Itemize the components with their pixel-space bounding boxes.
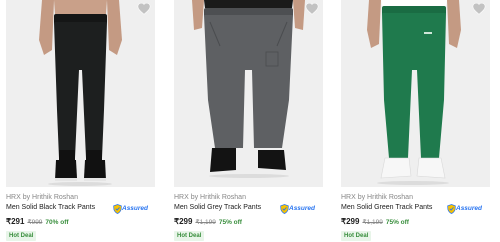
product-brand: HRX by Hrithik Roshan: [341, 194, 413, 201]
product-image[interactable]: [341, 0, 490, 187]
assured-shield-icon: [280, 204, 289, 214]
product-title[interactable]: Men Solid Black Track Pants: [6, 204, 95, 211]
hot-deal-badge: Hot Deal: [6, 231, 37, 241]
product-photo: [6, 0, 155, 187]
product-title[interactable]: Men Solid Green Track Pants: [341, 204, 432, 211]
heart-icon[interactable]: [472, 2, 486, 15]
price-row: ₹299 ₹1,199 75% off: [174, 217, 242, 226]
product-card[interactable]: HRX by Hrithik Roshan Men Solid Green Tr…: [341, 0, 490, 242]
product-title[interactable]: Men Solid Grey Track Pants: [174, 204, 261, 211]
discount-percent: 75% off: [385, 219, 409, 226]
product-image[interactable]: [174, 0, 323, 187]
original-price: ₹1,199: [362, 219, 383, 226]
price-row: ₹299 ₹1,199 75% off: [341, 217, 409, 226]
selling-price: ₹299: [341, 217, 360, 226]
discount-percent: 75% off: [218, 219, 242, 226]
assured-label: Assured: [122, 205, 149, 212]
assured-shield-icon: [447, 204, 456, 214]
product-brand: HRX by Hrithik Roshan: [6, 194, 78, 201]
assured-badge: Assured: [280, 204, 316, 214]
assured-badge: Assured: [447, 204, 483, 214]
assured-label: Assured: [289, 205, 316, 212]
product-brand: HRX by Hrithik Roshan: [174, 194, 246, 201]
heart-icon[interactable]: [305, 2, 319, 15]
price-row: ₹291 ₹999 70% off: [6, 217, 69, 226]
product-card[interactable]: HRX by Hrithik Roshan Men Solid Grey Tra…: [174, 0, 323, 242]
original-price: ₹1,199: [195, 219, 216, 226]
assured-label: Assured: [456, 205, 483, 212]
hot-deal-badge: Hot Deal: [174, 231, 205, 241]
product-photo: [341, 0, 490, 187]
assured-shield-icon: [113, 204, 122, 214]
product-image[interactable]: [6, 0, 155, 187]
hot-deal-badge: Hot Deal: [341, 231, 372, 241]
selling-price: ₹299: [174, 217, 193, 226]
product-photo: [174, 0, 323, 187]
product-card[interactable]: HRX by Hrithik Roshan Men Solid Black Tr…: [6, 0, 155, 242]
discount-percent: 70% off: [45, 219, 69, 226]
assured-badge: Assured: [113, 204, 149, 214]
original-price: ₹999: [27, 219, 43, 226]
selling-price: ₹291: [6, 217, 25, 226]
heart-icon[interactable]: [137, 2, 151, 15]
